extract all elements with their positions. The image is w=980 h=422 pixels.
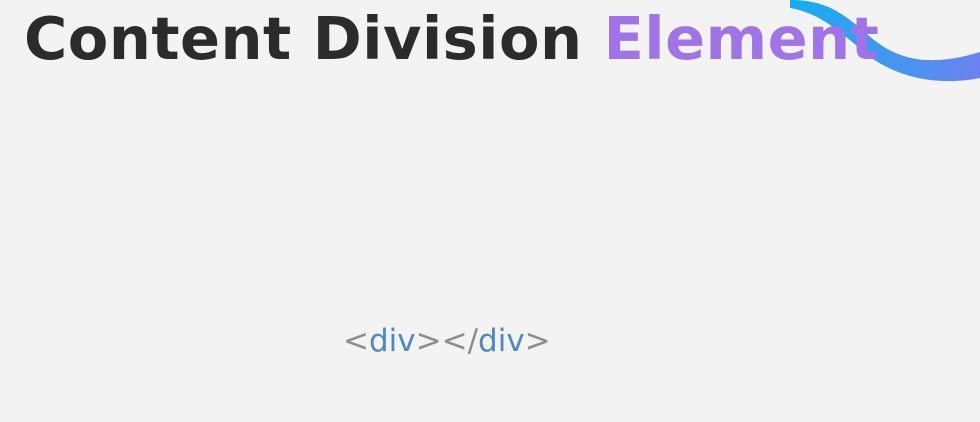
code-close-end-bracket: > bbox=[524, 323, 551, 359]
code-open-bracket: < bbox=[343, 323, 369, 359]
code-open-tag: div bbox=[368, 323, 416, 359]
slide-canvas: Content Division Element <div></div> bbox=[0, 0, 980, 422]
code-close-tag: div bbox=[478, 323, 525, 359]
code-snippet: <div></div> bbox=[343, 323, 551, 359]
title-main: Content Division bbox=[24, 4, 604, 73]
title-accent: Element bbox=[603, 4, 880, 73]
slide-title: Content Division Element bbox=[24, 0, 879, 82]
code-close-bracket: </ bbox=[441, 323, 479, 359]
code-open-close-bracket: > bbox=[415, 323, 442, 359]
